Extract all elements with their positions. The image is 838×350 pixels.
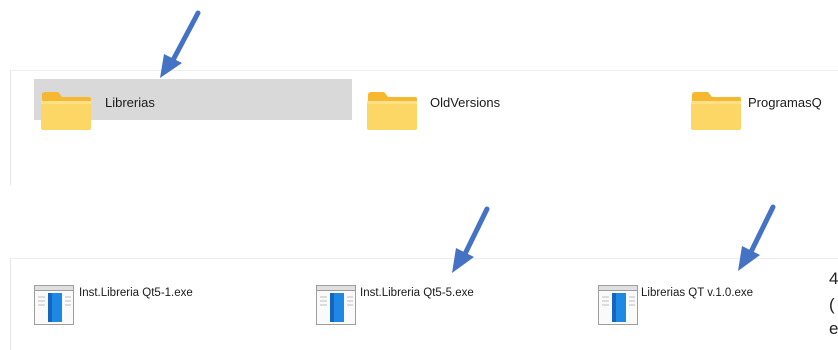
folder-label: OldVersions: [430, 95, 501, 110]
arrow-pointer-librerias-icon: [160, 10, 201, 78]
folders-panel-top-border: [10, 70, 838, 71]
file-label: Inst.Libreria Qt5-1.exe: [79, 287, 193, 299]
file-explorer-canvas: Librerias OldVersions ProgramasQ Inst.Li…: [0, 0, 838, 350]
folder-item-oldversions[interactable]: OldVersions: [366, 79, 616, 130]
installer-exe-icon: [598, 285, 638, 325]
installer-exe-icon: [316, 285, 356, 325]
installer-exe-icon: [34, 285, 74, 325]
file-item-librerias-qt[interactable]: Librerias QT v.1.0.exe: [598, 282, 798, 325]
folder-icon: [41, 92, 91, 130]
folder-item-librerias[interactable]: Librerias: [34, 79, 352, 130]
file-label: Inst.Libreria Qt5-5.exe: [360, 287, 474, 299]
file-label: Librerias QT v.1.0.exe: [641, 287, 754, 299]
edge-text-fragment: 4: [829, 269, 838, 288]
folder-item-programasq[interactable]: ProgramasQ: [690, 79, 838, 130]
folder-icon: [367, 92, 417, 130]
folder-label: Librerias: [105, 95, 155, 110]
folder-icon: [691, 92, 741, 130]
file-item-qt5-5[interactable]: Inst.Libreria Qt5-5.exe: [316, 282, 556, 325]
arrow-pointer-qt5-5-icon: [452, 206, 490, 273]
edge-text-fragment: (: [829, 295, 835, 314]
file-item-qt5-1[interactable]: Inst.Libreria Qt5-1.exe: [34, 282, 274, 325]
arrow-pointer-librerias-qt-icon: [738, 204, 776, 271]
edge-text-fragment: e: [829, 319, 838, 338]
folder-label: ProgramasQ: [748, 95, 822, 110]
files-panel-left-border: [10, 258, 11, 350]
files-panel-top-border: [10, 258, 838, 259]
folders-panel-left-border: [10, 70, 11, 185]
